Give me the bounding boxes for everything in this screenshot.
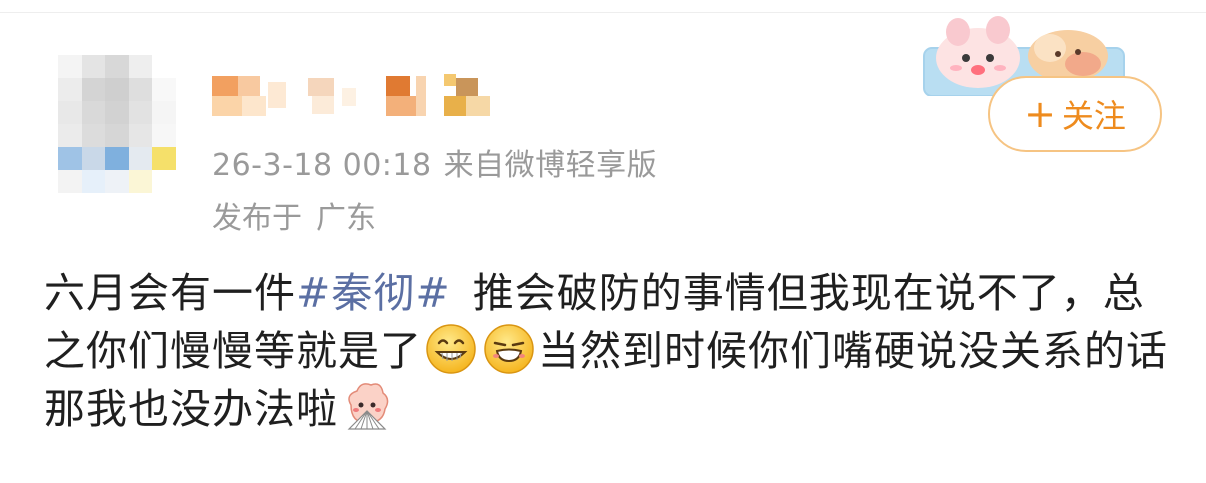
smirk-emoji-icon <box>483 323 535 375</box>
post-meta: 26-3-18 00:18 来自微博轻享版 <box>212 140 657 184</box>
post-text-part1: 六月会有一件 <box>44 269 296 317</box>
post-location: 发布于 广东 <box>212 193 376 237</box>
post-source[interactable]: 来自微博轻享版 <box>444 148 658 183</box>
grin-emoji-icon <box>425 323 477 375</box>
post-timestamp[interactable]: 26-3-18 00:18 <box>212 148 432 183</box>
topic-link[interactable]: #秦彻# <box>296 269 451 317</box>
follow-button[interactable]: + 关注 <box>988 76 1162 152</box>
shy-fan-emoji-icon <box>341 381 393 433</box>
location-prefix: 发布于 <box>212 201 302 236</box>
avatar[interactable] <box>58 55 176 193</box>
post-content: 六月会有一件#秦彻# 推会破防的事情但我现在说不了，总之你们慢慢等就是了 当然到… <box>44 264 1184 438</box>
location-name: 广东 <box>316 201 376 236</box>
username-censored[interactable] <box>212 74 512 118</box>
top-divider <box>0 12 1206 13</box>
follow-label: 关注 <box>1061 97 1126 135</box>
plus-icon: + <box>1024 92 1056 136</box>
